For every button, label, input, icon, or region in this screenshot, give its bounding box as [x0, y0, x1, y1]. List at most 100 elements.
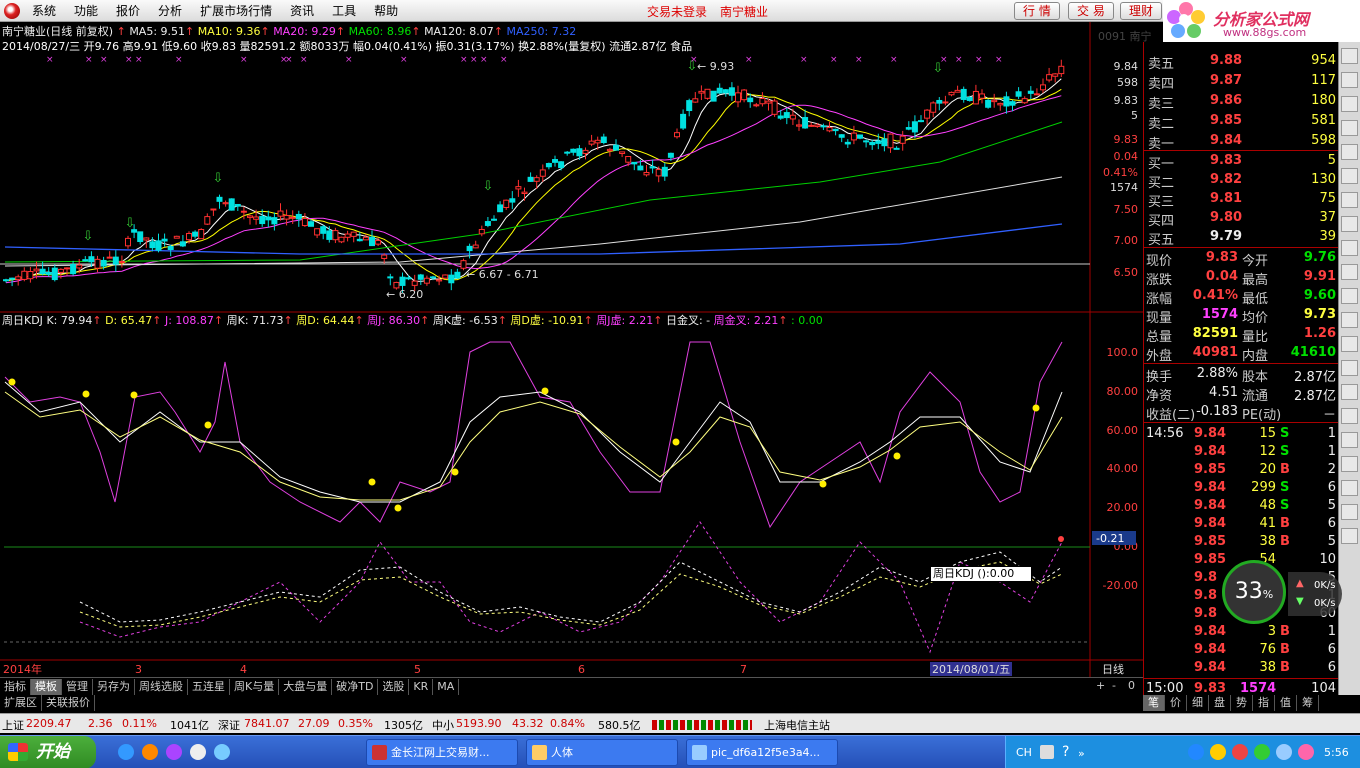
volume-icon[interactable] — [1276, 744, 1292, 760]
toolbar-info-icon[interactable] — [1341, 336, 1358, 352]
tick-row[interactable]: 9.84 76 B 6 — [1144, 641, 1338, 659]
login-status[interactable]: 交易未登录 — [647, 3, 707, 20]
keyboard-icon[interactable] — [1040, 745, 1054, 759]
quote-tab-0[interactable]: 笔 — [1143, 695, 1165, 711]
network-gauge[interactable]: 33% — [1222, 560, 1286, 624]
toolbar-grid-icon[interactable] — [1341, 120, 1358, 136]
tick-row[interactable]: 9.84 299 S 6 — [1144, 479, 1338, 497]
menu-tools[interactable]: 工具 — [324, 2, 366, 19]
tray-arrow-icon[interactable]: » — [1078, 747, 1085, 760]
tab-indicator-5[interactable]: 五连星 — [188, 678, 230, 695]
stat-row[interactable]: 现量 1574 均价 9.73 — [1144, 306, 1338, 326]
toolbar-cursor-icon[interactable] — [1341, 408, 1358, 424]
bid-row[interactable]: 买五 9.79 39 — [1144, 228, 1338, 248]
task-image-viewer[interactable]: pic_df6a12f5e3a4... — [686, 739, 838, 766]
toolbar-chart-icon[interactable] — [1341, 192, 1358, 208]
toolbar-help-icon[interactable] — [1341, 480, 1358, 496]
toolbar-up-icon[interactable] — [1341, 48, 1358, 64]
quote-tab-3[interactable]: 盘 — [1209, 695, 1231, 711]
toolbar-zoom-icon[interactable] — [1341, 288, 1358, 304]
stat-row[interactable]: 现价 9.83 今开 9.76 — [1144, 249, 1338, 269]
tab-indicator-11[interactable]: MA — [433, 678, 460, 695]
tick-row[interactable]: 9.84 38 B 6 — [1144, 659, 1338, 677]
toolbar-buy-icon[interactable] — [1341, 216, 1358, 232]
tab-indicator-0[interactable]: 指标 — [0, 678, 31, 695]
toolbar-pen-icon[interactable] — [1341, 456, 1358, 472]
ask-row[interactable]: 卖一 9.84 598 — [1144, 132, 1338, 152]
antivirus-icon[interactable] — [1232, 744, 1248, 760]
ie-icon[interactable] — [118, 744, 134, 760]
toolbar-move-icon[interactable] — [1341, 360, 1358, 376]
tick-row[interactable]: 9.84 41 B 6 — [1144, 515, 1338, 533]
help-icon[interactable]: ? — [1062, 744, 1069, 760]
quote-tab-4[interactable]: 势 — [1231, 695, 1253, 711]
quote-tab-5[interactable]: 指 — [1253, 695, 1275, 711]
tab-indicator-9[interactable]: 选股 — [378, 678, 410, 695]
menu-help[interactable]: 帮助 — [366, 2, 408, 19]
toolbar-right-icon[interactable] — [1341, 168, 1358, 184]
toolbar-list-icon[interactable] — [1341, 96, 1358, 112]
menu-info[interactable]: 资讯 — [282, 2, 324, 19]
ime-indicator[interactable]: CH — [1016, 746, 1032, 759]
trade-button[interactable]: 交 易 — [1068, 2, 1114, 20]
fundamental-row[interactable]: 换手 2.88% 股本 2.87亿 — [1144, 365, 1338, 385]
ask-row[interactable]: 卖三 9.86 180 — [1144, 92, 1338, 112]
tab-indicator-3[interactable]: 另存为 — [93, 678, 135, 695]
menu-extended-market[interactable]: 扩展市场行情 — [192, 2, 282, 19]
server-name[interactable]: 上海电信主站 — [764, 717, 830, 733]
desktop-quicklaunch-icon[interactable] — [214, 744, 230, 760]
zoom-out-button[interactable]: - — [1112, 679, 1116, 692]
network-icon[interactable] — [1254, 744, 1270, 760]
app-quicklaunch-icon[interactable] — [166, 744, 182, 760]
task-trading-app[interactable]: 金长江网上交易财... — [366, 739, 518, 766]
toolbar-f10-icon[interactable] — [1341, 264, 1358, 280]
menu-system[interactable]: 系统 — [24, 2, 66, 19]
quote-tab-1[interactable]: 价 — [1165, 695, 1187, 711]
menu-analysis[interactable]: 分析 — [150, 2, 192, 19]
fundamental-row[interactable]: 净资 4.51 流通 2.87亿 — [1144, 384, 1338, 404]
menu-quote[interactable]: 报价 — [108, 2, 150, 19]
tab-indicator-7[interactable]: 大盘与量 — [279, 678, 333, 695]
tick-row[interactable]: 14:56 9.84 15 S 1 — [1144, 425, 1338, 443]
tick-row[interactable]: 9.84 48 S 5 — [1144, 497, 1338, 515]
toolbar-minus-icon[interactable] — [1341, 528, 1358, 544]
quote-tab-7[interactable]: 筹 — [1297, 695, 1319, 711]
stat-row[interactable]: 涨跌 0.04 最高 9.91 — [1144, 268, 1338, 288]
stat-row[interactable]: 涨幅 0.41% 最低 9.60 — [1144, 287, 1338, 307]
ask-row[interactable]: 卖四 9.87 117 — [1144, 72, 1338, 92]
toolbar-play-icon[interactable] — [1341, 384, 1358, 400]
bid-row[interactable]: 买二 9.82 130 — [1144, 171, 1338, 191]
task-folder[interactable]: 人体 — [526, 739, 678, 766]
finance-button[interactable]: 理财 — [1120, 2, 1163, 20]
toolbar-left-icon[interactable] — [1341, 144, 1358, 160]
tick-row[interactable]: 9.85 38 B 5 — [1144, 533, 1338, 551]
bid-row[interactable]: 买三 9.81 75 — [1144, 190, 1338, 210]
toolbar-page-icon[interactable] — [1341, 504, 1358, 520]
tab-indicator-1[interactable]: 模板 — [31, 678, 62, 695]
zoom-in-button[interactable]: + — [1096, 679, 1105, 692]
im-icon[interactable] — [1298, 744, 1314, 760]
zoom-reset-button[interactable]: 0 — [1128, 679, 1135, 692]
tab-indicator-8[interactable]: 破净TD — [332, 678, 379, 695]
tick-row[interactable]: 9.84 12 S 1 — [1144, 443, 1338, 461]
quote-tab-6[interactable]: 值 — [1275, 695, 1297, 711]
toolbar-sell-icon[interactable] — [1341, 240, 1358, 256]
ask-row[interactable]: 卖二 9.85 581 — [1144, 112, 1338, 132]
tab-indicator-2[interactable]: 管理 — [62, 678, 93, 695]
bid-row[interactable]: 买四 9.80 37 — [1144, 209, 1338, 229]
start-button[interactable]: 开始 — [0, 736, 96, 768]
stat-row[interactable]: 外盘 40981 内盘 41610 — [1144, 344, 1338, 364]
quote-button[interactable]: 行 情 — [1014, 2, 1060, 20]
browser-quicklaunch-icon[interactable] — [190, 744, 206, 760]
toolbar-rs-icon[interactable] — [1341, 312, 1358, 328]
tab-indicator-6[interactable]: 周K与量 — [230, 678, 280, 695]
toolbar-plus-icon[interactable] — [1341, 432, 1358, 448]
stat-row[interactable]: 总量 82591 量比 1.26 — [1144, 325, 1338, 345]
toolbar-down-icon[interactable] — [1341, 72, 1358, 88]
clock[interactable]: 5:56 — [1324, 746, 1349, 759]
tick-row[interactable]: 9.85 20 B 2 — [1144, 461, 1338, 479]
menu-function[interactable]: 功能 — [66, 2, 108, 19]
security-icon[interactable] — [1210, 744, 1226, 760]
back-icon[interactable] — [1188, 744, 1204, 760]
tab-indicator-10[interactable]: KR — [409, 678, 434, 695]
